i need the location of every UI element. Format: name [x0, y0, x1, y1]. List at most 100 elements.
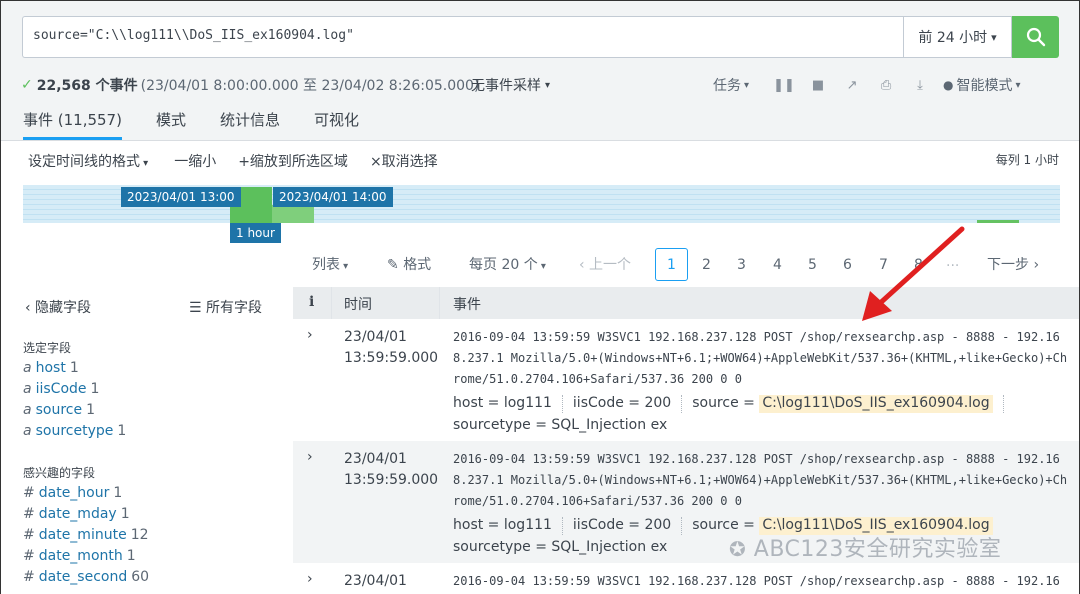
all-fields-button[interactable]: ☰ 所有字段	[189, 297, 262, 317]
column-time[interactable]: 时间	[344, 294, 372, 314]
stop-icon[interactable]: ■	[801, 78, 835, 93]
pencil-icon: ✎	[387, 257, 399, 273]
interesting-fields-title: 感兴趣的字段	[23, 466, 96, 480]
event-count: 22,568 个事件	[36, 78, 138, 94]
chevron-down-icon: ▾	[1015, 79, 1021, 91]
field-count: 1	[69, 360, 79, 376]
job-dropdown[interactable]: 任务 ▾	[713, 75, 749, 95]
search-icon	[1026, 27, 1045, 47]
field-value-host[interactable]: host = log111	[453, 517, 552, 535]
field-date-mday[interactable]: # date_mday 1	[23, 506, 130, 522]
chevron-down-icon: ▾	[744, 79, 750, 91]
tab-events[interactable]: 事件 (11,557)	[23, 109, 122, 140]
search-button[interactable]	[1012, 16, 1059, 58]
number-type-icon: #	[23, 569, 35, 585]
time-range-picker[interactable]: 前 24 小时 ▾	[903, 16, 1012, 58]
timeline-bar[interactable]	[977, 220, 1019, 223]
field-name: host	[35, 360, 66, 376]
field-iiscode[interactable]: a iisCode 1	[23, 381, 99, 397]
field-value-host[interactable]: host = log111	[453, 395, 552, 413]
field-name: sourcetype	[35, 423, 114, 439]
page-5[interactable]: 5	[796, 248, 829, 281]
chevron-down-icon: ▾	[340, 261, 349, 272]
status-row: ✓ 22,568 个事件 (23/04/01 8:00:00.000 至 23/…	[1, 67, 1079, 103]
field-count: 60	[131, 569, 150, 585]
string-type-icon: a	[23, 423, 32, 439]
format-label: 格式	[403, 257, 432, 273]
zoom-out-button[interactable]: 一缩小	[174, 151, 216, 171]
timeline-end-label: 2023/04/01 14:00	[273, 187, 393, 207]
deselect-button[interactable]: ×取消选择	[370, 151, 438, 171]
watermark-text: ABC123安全研究实验室	[753, 537, 1002, 562]
table-row: › 23/04/01 2016-09-04 13:59:59 W3SVC1 19…	[293, 563, 1079, 594]
field-value-sourcetype[interactable]: sourcetype = SQL_Injection ex	[453, 417, 667, 433]
number-type-icon: #	[23, 527, 35, 543]
number-type-icon: #	[23, 548, 35, 564]
field-value-sourcetype[interactable]: sourcetype = SQL_Injection ex	[453, 539, 667, 555]
timeline-start-label: 2023/04/01 13:00	[121, 187, 241, 207]
table-row: › 23/04/01 13:59:59.000 2016-09-04 13:59…	[293, 319, 1079, 441]
page-2[interactable]: 2	[690, 248, 723, 281]
field-date-hour[interactable]: # date_hour 1	[23, 485, 122, 501]
field-sourcetype[interactable]: a sourcetype 1	[23, 423, 126, 439]
field-date-second[interactable]: # date_second 60	[23, 569, 149, 585]
zoom-to-selection-button[interactable]: +缩放到所选区域	[238, 151, 348, 171]
expand-row-icon[interactable]: ›	[307, 449, 313, 465]
tab-statistics[interactable]: 统计信息	[220, 109, 280, 140]
list-view-dropdown[interactable]: 列表 ▾	[312, 254, 348, 274]
field-date-month[interactable]: # date_month 1	[23, 548, 136, 564]
pause-icon[interactable]: ❚❚	[767, 78, 801, 93]
page-1[interactable]: 1	[655, 248, 688, 281]
field-date-minute[interactable]: # date_minute 12	[23, 527, 149, 543]
separator	[681, 395, 683, 413]
expand-row-icon[interactable]: ›	[307, 571, 313, 587]
page-3[interactable]: 3	[725, 248, 758, 281]
field-host[interactable]: a host 1	[23, 360, 79, 376]
field-value-iiscode[interactable]: iisCode = 200	[573, 517, 671, 535]
number-type-icon: #	[23, 506, 35, 522]
hide-fields-button[interactable]: ‹ 隐藏字段	[25, 297, 91, 317]
separator	[561, 517, 563, 535]
per-page-dropdown[interactable]: 每页 20 个 ▾	[469, 254, 546, 274]
field-value-iiscode[interactable]: iisCode = 200	[573, 395, 671, 413]
sidebar-header: ‹ 隐藏字段 ☰ 所有字段	[1, 287, 293, 323]
tab-visualization[interactable]: 可视化	[314, 109, 359, 140]
field-name: source	[35, 402, 83, 418]
field-count: 1	[120, 506, 130, 522]
expand-row-icon[interactable]: ›	[307, 327, 313, 343]
field-count: 1	[86, 402, 96, 418]
sampling-dropdown[interactable]: 无事件采样 ▾	[471, 67, 550, 103]
sampling-label: 无事件采样	[471, 78, 541, 94]
field-key-source: source =	[692, 395, 760, 411]
search-mode-label: 智能模式	[956, 78, 1013, 94]
event-raw: 2016-09-04 13:59:59 W3SVC1 192.168.237.1…	[453, 452, 1068, 508]
format-timeline-button[interactable]: 设定时间线的格式 ▾	[28, 151, 148, 171]
event-date: 23/04/01	[344, 329, 407, 345]
field-count: 1	[126, 548, 136, 564]
timeline-controls: 设定时间线的格式 ▾ 一缩小 +缩放到所选区域 ×取消选择 每列 1 小时	[1, 141, 1079, 181]
prev-page-button[interactable]: ‹ 上一个	[579, 254, 631, 274]
selected-fields-title: 选定字段	[23, 341, 72, 355]
string-type-icon: a	[23, 402, 32, 418]
export-icon[interactable]: ⤓	[903, 78, 937, 93]
all-fields-label: 所有字段	[206, 300, 263, 316]
list-icon: ☰	[189, 300, 202, 316]
field-value-source[interactable]: C:\log111\DoS_IIS_ex160904.log	[759, 395, 993, 413]
field-name: date_month	[38, 548, 123, 564]
print-icon[interactable]: ⎙	[869, 78, 903, 93]
event-date: 23/04/01	[344, 573, 407, 589]
format-button[interactable]: ✎ 格式	[387, 254, 431, 274]
field-source[interactable]: a source 1	[23, 402, 95, 418]
next-page-button[interactable]: 下一步 ›	[987, 254, 1039, 274]
page-4[interactable]: 4	[761, 248, 794, 281]
tab-patterns[interactable]: 模式	[156, 109, 186, 140]
chevron-down-icon: ▾	[991, 30, 997, 44]
timeline-bar[interactable]	[272, 205, 314, 223]
share-icon[interactable]: ↗	[835, 78, 869, 93]
search-mode-dropdown[interactable]: ● 智能模式 ▾	[943, 75, 1021, 95]
job-label: 任务	[713, 78, 741, 94]
separator	[681, 517, 683, 535]
timeline-chart[interactable]: 2023/04/01 13:00 2023/04/01 14:00 1 hour	[23, 185, 1060, 243]
search-input[interactable]: source="C:\\log111\\DoS_IIS_ex160904.log…	[22, 16, 904, 58]
column-event[interactable]: 事件	[453, 294, 481, 314]
